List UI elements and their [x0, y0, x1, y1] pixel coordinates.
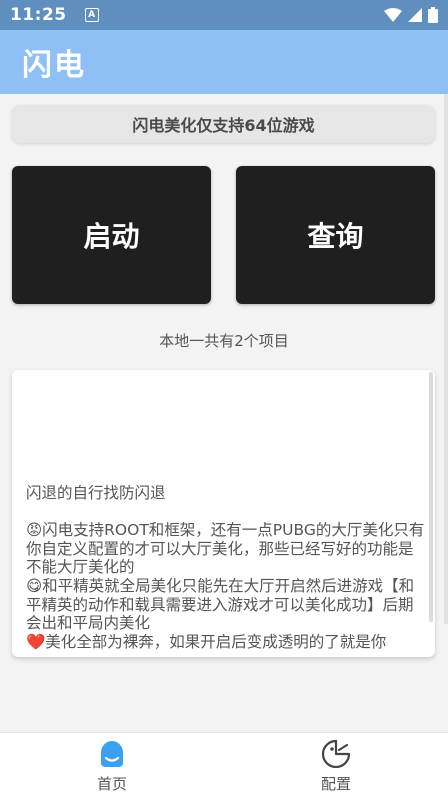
a-icon: A: [84, 8, 99, 22]
info-card[interactable]: 闪退的自行找防闪退 😡闪电支持ROOT和框架，还有一点PUBG的大厅美化只有你自…: [12, 370, 435, 657]
nav-item-home[interactable]: 首页: [0, 733, 224, 799]
bottom-nav: 首页 配置: [0, 732, 448, 799]
card-scrollbar[interactable]: [429, 372, 433, 622]
query-button[interactable]: 查询: [236, 166, 435, 304]
main-content: 闪电美化仅支持64位游戏 启动 查询 本地一共有2个项目 闪退的自行找防闪退 😡…: [0, 94, 448, 732]
status-time: 11:25: [10, 5, 67, 25]
info-card-text: 闪退的自行找防闪退 😡闪电支持ROOT和框架，还有一点PUBG的大厅美化只有你自…: [26, 484, 425, 651]
nav-label-home: 首页: [96, 774, 127, 793]
home-icon: [101, 740, 123, 767]
wifi-icon: [384, 8, 402, 22]
page-scrollbar[interactable]: [444, 94, 448, 624]
battery-icon: [428, 7, 438, 23]
app-title: 闪电: [22, 48, 86, 83]
project-count: 本地一共有2个项目: [159, 332, 289, 350]
app-bar: 闪电: [0, 30, 448, 94]
status-icons: [384, 7, 438, 23]
nav-item-config[interactable]: 配置: [224, 733, 448, 799]
config-icon: [321, 739, 351, 768]
status-bar: 11:25 A: [0, 0, 448, 30]
nav-label-config: 配置: [320, 774, 351, 793]
start-button[interactable]: 启动: [12, 166, 211, 304]
notice-banner: 闪电美化仅支持64位游戏: [12, 105, 435, 143]
signal-icon: [408, 8, 422, 22]
